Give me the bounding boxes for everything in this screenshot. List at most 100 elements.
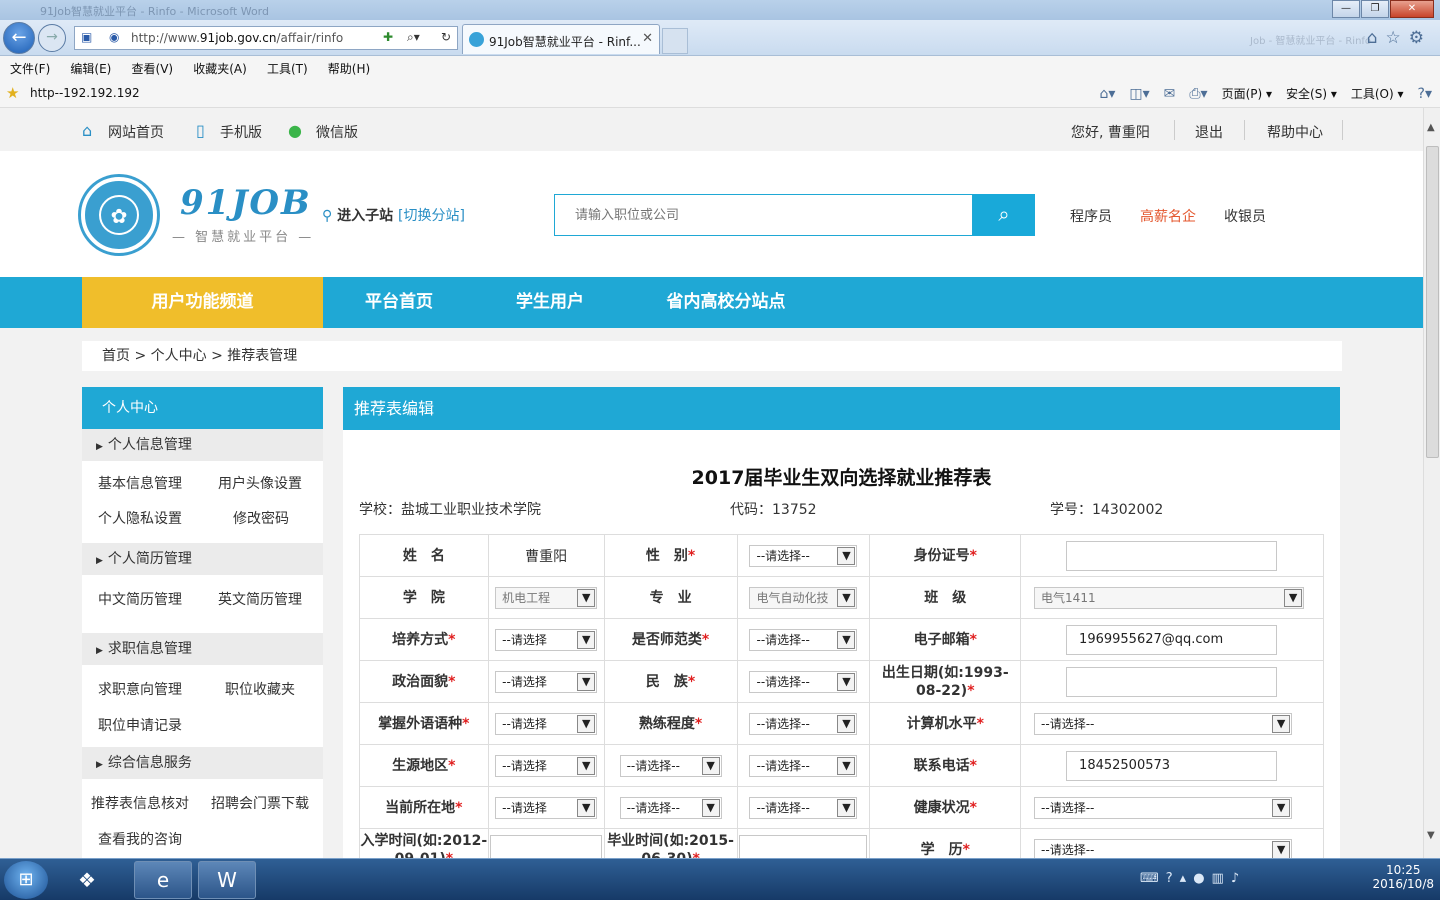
switch-region-link[interactable]: [切换分站] [398, 208, 465, 224]
tab-close-icon[interactable]: ✕ [642, 31, 653, 46]
logo-emblem[interactable]: ✿ [81, 177, 157, 253]
political-select[interactable]: --请选择 ▼ [495, 670, 598, 693]
close-window-button[interactable]: ✕ [1390, 0, 1434, 18]
logo-text[interactable]: 91JOB [180, 183, 312, 223]
taskbar-ie[interactable]: e [134, 861, 192, 899]
scroll-thumb[interactable] [1426, 146, 1439, 458]
sidebar-item-job-intent[interactable]: 求职意向管理 [98, 679, 182, 699]
breadcrumb-home[interactable]: 首页 [102, 348, 130, 364]
forward-button[interactable]: → [38, 24, 66, 52]
taskbar-word[interactable]: W [198, 861, 256, 899]
sidebar-item-en-resume[interactable]: 英文简历管理 [218, 589, 302, 609]
compat-icon[interactable]: ✚ [383, 30, 393, 44]
region-selector[interactable]: ⚲ 进入子站 [切换分站] [322, 205, 465, 225]
proficiency-select[interactable]: --请选择-- ▼ [749, 712, 858, 735]
current-county-select[interactable]: --请选择-- ▼ [749, 796, 858, 819]
hot-link-top-companies[interactable]: 高薪名企 [1140, 206, 1196, 226]
sidebar-item-cn-resume[interactable]: 中文简历管理 [98, 589, 182, 609]
back-button[interactable]: ← [3, 22, 35, 54]
sidebar-item-verify[interactable]: 推荐表信息核对 [91, 793, 189, 813]
sidebar-item-applications[interactable]: 职位申请记录 [98, 715, 182, 735]
search-input[interactable] [555, 195, 972, 235]
computer-select[interactable]: --请选择-- ▼ [1034, 712, 1293, 735]
hot-link-programmer[interactable]: 程序员 [1070, 206, 1112, 226]
nav-campus-sites[interactable]: 省内高校分站点 [650, 277, 802, 328]
logout-link[interactable]: 退出 [1195, 122, 1223, 142]
grad-input[interactable] [738, 834, 867, 858]
feeds-icon[interactable]: ◫▾ [1129, 86, 1149, 102]
phone-input[interactable]: 18452500573 [1066, 750, 1278, 781]
settings-gear-icon[interactable]: ⚙ [1409, 28, 1432, 48]
sidebar-item-password[interactable]: 修改密码 [233, 508, 289, 528]
major-select[interactable]: 电气自动化技 ▼ [749, 586, 858, 609]
menu-view[interactable]: 查看(V) [132, 60, 174, 77]
sidebar-item-avatar[interactable]: 用户头像设置 [218, 473, 302, 493]
sidebar-group-services[interactable]: ▶ 综合信息服务 [82, 747, 323, 779]
keyboard-icon[interactable]: ⌨ [1140, 871, 1166, 886]
favorites-star-icon[interactable]: ☆ [1386, 28, 1409, 48]
sidebar-group-personal-info[interactable]: ▶ 个人信息管理 [82, 429, 323, 461]
search-dropdown-icon[interactable]: ⌕▾ [407, 30, 420, 45]
origin-county-select[interactable]: --请选择-- ▼ [749, 754, 858, 777]
browser-toolbar-icons[interactable]: ⌂☆⚙ [1367, 28, 1432, 48]
help-center-link[interactable]: 帮助中心 [1267, 122, 1323, 142]
menu-file[interactable]: 文件(F) [10, 60, 50, 77]
sidebar-item-privacy[interactable]: 个人隐私设置 [98, 508, 182, 528]
new-tab-button[interactable] [662, 28, 688, 54]
show-hidden-icon[interactable]: ▴ [1180, 871, 1194, 886]
nav-platform-home[interactable]: 平台首页 [343, 277, 455, 328]
college-select[interactable]: 机电工程 ▼ [495, 586, 598, 609]
current-city-select[interactable]: --请选择-- ▼ [619, 796, 722, 819]
topbar-mobile-link[interactable]: 手机版 [220, 122, 262, 142]
sidebar-group-resume[interactable]: ▶ 个人简历管理 [82, 543, 323, 575]
menu-help[interactable]: 帮助(H) [328, 60, 370, 77]
scroll-down-icon[interactable]: ▼ [1427, 830, 1435, 841]
tray-icons[interactable]: ⌨?▴●▥♪ [1140, 871, 1246, 886]
minimize-button[interactable]: — [1332, 0, 1360, 18]
address-bar[interactable]: ▣ ◉ http://www.91job.gov.cn/affair/rinfo… [74, 26, 458, 50]
start-button[interactable]: ⊞ [4, 861, 48, 899]
class-select[interactable]: 电气1411 ▼ [1034, 586, 1305, 609]
browser-tab[interactable]: 91Job智慧就业平台 - Rinf... ✕ [462, 24, 660, 54]
nav-student-users[interactable]: 学生用户 [494, 277, 606, 328]
menu-edit[interactable]: 编辑(E) [70, 60, 111, 77]
sidebar-item-basic-info[interactable]: 基本信息管理 [98, 473, 182, 493]
help-icon[interactable]: ? [1166, 871, 1180, 886]
home-icon[interactable]: ⌂ [1367, 28, 1386, 48]
current-province-select[interactable]: --请选择 ▼ [495, 796, 598, 819]
maximize-button[interactable]: ❐ [1361, 0, 1389, 18]
hot-link-cashier[interactable]: 收银员 [1224, 206, 1266, 226]
health-select[interactable]: --请选择-- ▼ [1034, 796, 1293, 819]
home-icon[interactable]: ⌂▾ [1099, 86, 1115, 102]
sidebar-item-ticket[interactable]: 招聘会门票下载 [211, 793, 309, 813]
origin-city-select[interactable]: --请选择-- ▼ [619, 754, 722, 777]
network-icon[interactable]: ▥ [1212, 871, 1231, 886]
tray-clock[interactable]: 10:25 2016/10/8 [1372, 863, 1434, 891]
origin-province-select[interactable]: --请选择 ▼ [495, 754, 598, 777]
nation-select[interactable]: --请选择-- ▼ [749, 670, 858, 693]
training-select[interactable]: --请选择 ▼ [495, 628, 598, 651]
tools-menu[interactable]: 工具(O) ▾ [1351, 85, 1404, 102]
menu-tools[interactable]: 工具(T) [267, 60, 308, 77]
birth-input[interactable] [1066, 666, 1278, 697]
sidebar-item-favorites[interactable]: 职位收藏夹 [225, 679, 295, 699]
safety-menu[interactable]: 安全(S) ▾ [1286, 85, 1337, 102]
taskbar-app-store[interactable]: ❖ [58, 861, 116, 899]
education-select[interactable]: --请选择-- ▼ [1034, 838, 1293, 858]
enroll-input[interactable] [489, 834, 602, 858]
help-icon[interactable]: ?▾ [1418, 86, 1432, 102]
favorites-star-icon[interactable]: ★ [6, 84, 19, 102]
sidebar-group-job-info[interactable]: ▶ 求职信息管理 [82, 633, 323, 665]
topbar-home-link[interactable]: 网站首页 [108, 122, 164, 142]
scroll-up-icon[interactable]: ▲ [1427, 122, 1435, 133]
nav-user-channel[interactable]: 用户功能频道 [82, 277, 323, 328]
normal-select[interactable]: --请选择-- ▼ [749, 628, 858, 651]
id-input[interactable] [1066, 540, 1278, 571]
topbar-wechat-link[interactable]: 微信版 [316, 122, 358, 142]
email-input[interactable]: 1969955627@qq.com [1066, 624, 1278, 655]
language-select[interactable]: --请选择 ▼ [495, 712, 598, 735]
page-menu[interactable]: 页面(P) ▾ [1222, 85, 1272, 102]
mail-icon[interactable]: ✉ [1164, 86, 1176, 102]
print-icon[interactable]: ⎙▾ [1189, 86, 1207, 102]
volume-icon[interactable]: ♪ [1231, 871, 1246, 886]
